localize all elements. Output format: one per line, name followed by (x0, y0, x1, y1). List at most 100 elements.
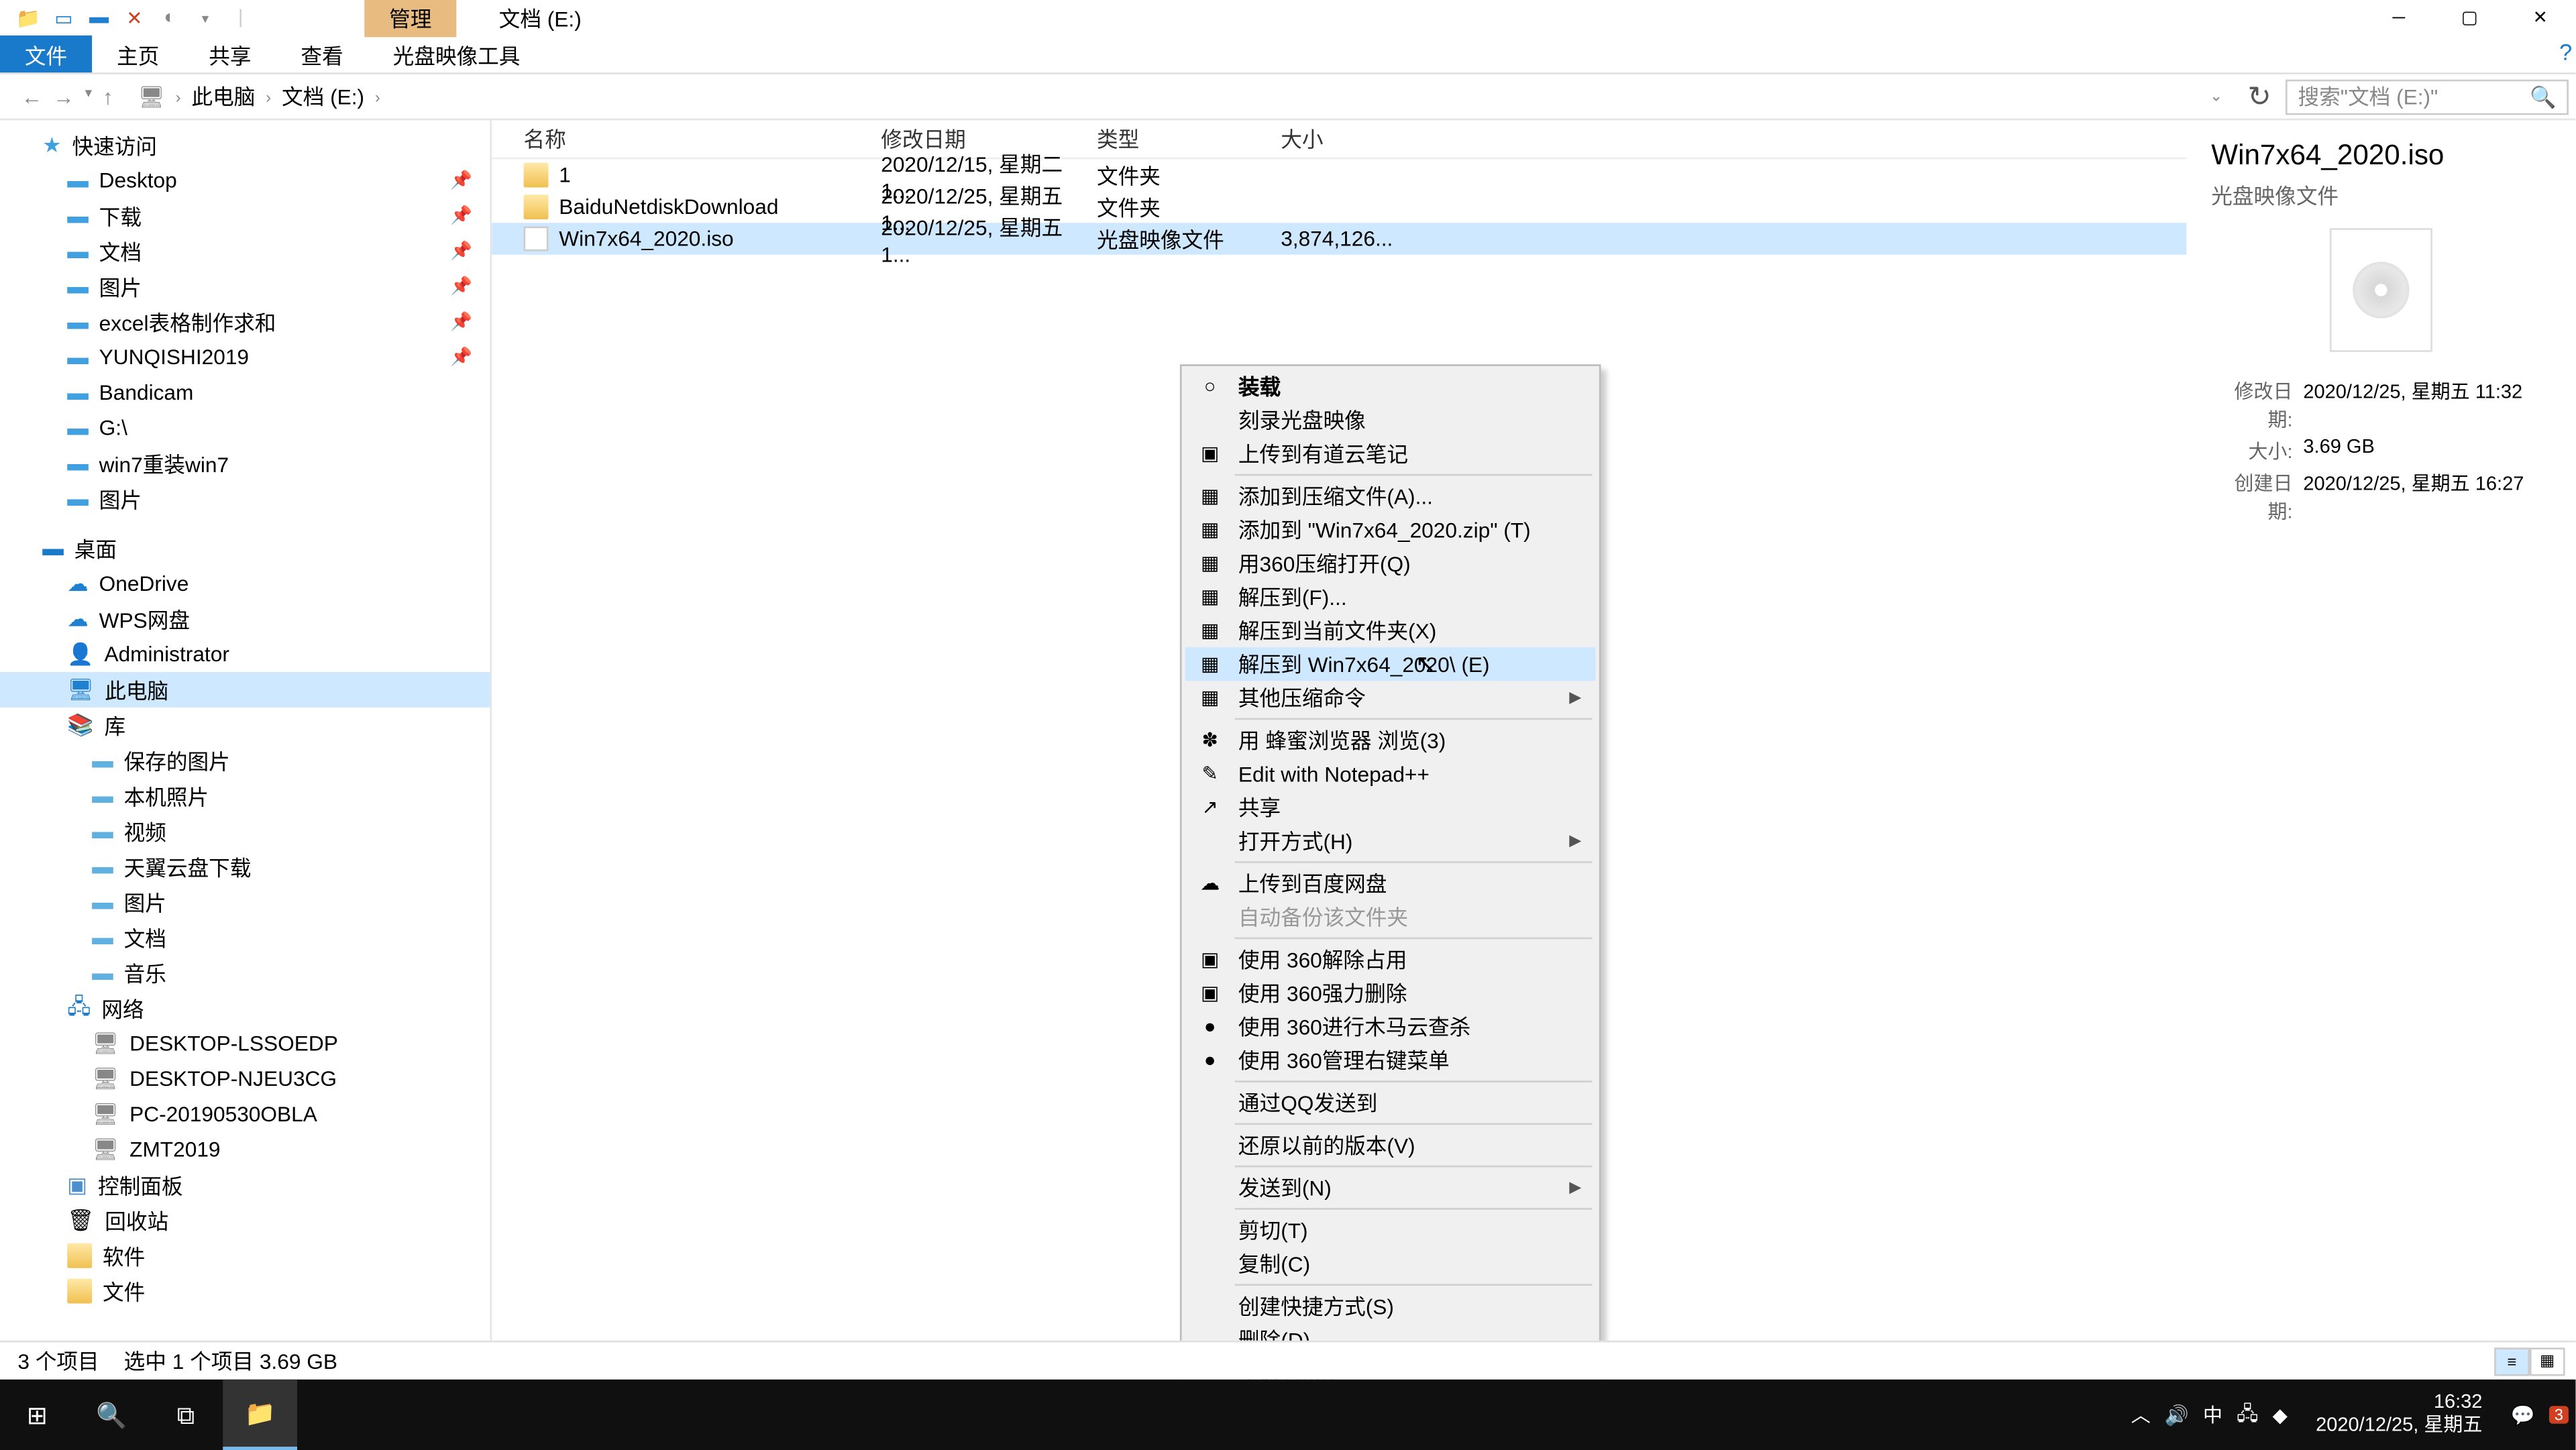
nav-item[interactable]: 📚库 (0, 708, 490, 743)
menu-item[interactable]: ✽用 蜂蜜浏览器 浏览(3) (1185, 724, 1596, 757)
search-input[interactable]: 搜索"文档 (E:)" 🔍 (2286, 78, 2569, 114)
nav-item[interactable]: 🖥此电脑 (0, 672, 490, 708)
taskbar[interactable]: ⊞ 🔍 ⧉ 📁 ︿ 🔊 中 🖧 ◆ 16:32 2020/12/25, 星期五 … (0, 1380, 2575, 1450)
close-button[interactable]: ✕ (2505, 0, 2575, 36)
nav-item[interactable]: ▬YUNQISHI2019📌 (0, 339, 490, 375)
nav-item[interactable]: ▬Desktop📌 (0, 163, 490, 199)
nav-item[interactable]: ▬文档📌 (0, 233, 490, 269)
search-button[interactable]: 🔍 (74, 1380, 149, 1450)
qat-btn[interactable]: ◐ (156, 3, 184, 32)
menu-item[interactable]: ▣使用 360解除占用 (1185, 943, 1596, 977)
recent-dropdown-icon[interactable]: ▾ (85, 84, 93, 109)
col-name[interactable]: 名称 (492, 124, 881, 154)
nav-item[interactable]: ▬天翼云盘下载 (0, 849, 490, 885)
nav-item[interactable]: ▬下载📌 (0, 198, 490, 233)
nav-item[interactable]: ▬Bandicam (0, 375, 490, 410)
nav-item[interactable]: ☁WPS网盘 (0, 602, 490, 637)
explorer-taskbar-icon[interactable]: 📁 (223, 1380, 297, 1450)
nav-desktop[interactable]: ▬桌面 (0, 531, 490, 566)
menu-item[interactable]: ●使用 360管理右键菜单 (1185, 1044, 1596, 1077)
menu-item[interactable]: ▣使用 360强力删除 (1185, 977, 1596, 1010)
nav-quick-access[interactable]: ★快速访问 (0, 127, 490, 163)
menu-item[interactable]: ☁上传到百度网盘 (1185, 867, 1596, 900)
tab-file[interactable]: 文件 (0, 36, 92, 72)
start-button[interactable]: ⊞ (0, 1380, 74, 1450)
nav-item[interactable]: 🖥DESKTOP-LSSOEDP (0, 1025, 490, 1061)
menu-item[interactable]: ▦添加到压缩文件(A)... (1185, 480, 1596, 513)
help-icon[interactable]: ? (2559, 39, 2572, 66)
forward-button[interactable]: → (53, 84, 74, 109)
menu-item[interactable]: ▦解压到 Win7x64_2020\ (E)↖ (1185, 647, 1596, 681)
qat-close-icon[interactable]: ✕ (120, 3, 148, 32)
nav-item[interactable]: ▬win7重装win7 (0, 446, 490, 482)
file-row[interactable]: BaiduNetdiskDownload 2020/12/25, 星期五 1..… (492, 191, 2186, 223)
nav-item[interactable]: ▬文档 (0, 919, 490, 955)
menu-item[interactable]: ●使用 360进行木马云查杀 (1185, 1010, 1596, 1044)
nav-item[interactable]: ☁OneDrive (0, 566, 490, 602)
menu-item[interactable]: 还原以前的版本(V) (1185, 1128, 1596, 1162)
nav-files[interactable]: 文件 (0, 1274, 490, 1309)
tab-view[interactable]: 查看 (276, 36, 368, 72)
menu-item[interactable]: 刻录光盘映像 (1185, 403, 1596, 437)
col-size[interactable]: 大小 (1281, 124, 1405, 154)
tab-share[interactable]: 共享 (184, 36, 276, 72)
nav-item[interactable]: 🖥PC-20190530OBLA (0, 1097, 490, 1132)
nav-item[interactable]: ▬图片📌 (0, 269, 490, 304)
nav-item[interactable]: ▬excel表格制作求和📌 (0, 304, 490, 340)
system-tray[interactable]: ︿ 🔊 中 🖧 ◆ 16:32 2020/12/25, 星期五 💬 3 (2131, 1392, 2576, 1439)
menu-item[interactable]: 通过QQ发送到 (1185, 1086, 1596, 1119)
nav-item[interactable]: ▬视频 (0, 814, 490, 849)
addr-dropdown-icon[interactable]: ⌄ (2199, 87, 2234, 106)
refresh-icon[interactable]: ↻ (2233, 78, 2286, 114)
task-view-button[interactable]: ⧉ (149, 1380, 223, 1450)
menu-item[interactable]: ▦添加到 "Win7x64_2020.zip" (T) (1185, 513, 1596, 547)
up-button[interactable]: ↑ (103, 84, 113, 109)
nav-item[interactable]: 🖥DESKTOP-NJEU3CG (0, 1061, 490, 1097)
menu-item[interactable]: 剪切(T) (1185, 1213, 1596, 1247)
file-row[interactable]: 1 2020/12/15, 星期二 1... 文件夹 (492, 159, 2186, 190)
menu-item[interactable]: 发送到(N)▶ (1185, 1171, 1596, 1205)
nav-item[interactable]: ▬图片 (0, 885, 490, 920)
action-center-icon[interactable]: 💬 (2511, 1403, 2535, 1426)
nav-item[interactable]: ▬保存的图片 (0, 743, 490, 779)
nav-network[interactable]: 🖧网络 (0, 991, 490, 1026)
nav-item[interactable]: ▬G:\ (0, 410, 490, 446)
menu-item[interactable]: ▦解压到当前文件夹(X) (1185, 614, 1596, 647)
network-icon[interactable]: 🖧 (2237, 1398, 2258, 1432)
qat-btn[interactable]: ▭ (50, 3, 78, 32)
nav-recycle[interactable]: 🗑回收站 (0, 1203, 490, 1238)
menu-item[interactable]: ✎Edit with Notepad++ (1185, 757, 1596, 791)
nav-software[interactable]: 软件 (0, 1238, 490, 1274)
menu-item[interactable]: ▦解压到(F)... (1185, 580, 1596, 614)
nav-item[interactable]: 👤Administrator (0, 636, 490, 672)
menu-item[interactable]: ○装载 (1185, 370, 1596, 403)
tray-badge[interactable]: 3 (2549, 1406, 2569, 1423)
nav-item[interactable]: 🖥ZMT2019 (0, 1132, 490, 1168)
nav-item[interactable]: ▬本机照片 (0, 778, 490, 814)
menu-item[interactable]: 自动备份该文件夹 (1185, 900, 1596, 934)
file-list[interactable]: 名称 修改日期 类型 大小 1 2020/12/15, 星期二 1... 文件夹… (492, 120, 2186, 1358)
column-headers[interactable]: 名称 修改日期 类型 大小 (492, 120, 2186, 159)
back-button[interactable]: ← (21, 84, 43, 109)
tab-home[interactable]: 主页 (92, 36, 184, 72)
crumb[interactable]: 此电脑 (191, 81, 255, 111)
ime-icon[interactable]: 中 (2203, 1401, 2222, 1429)
menu-item[interactable]: ▦用360压缩打开(Q) (1185, 547, 1596, 580)
view-details-button[interactable]: ≡ (2494, 1347, 2530, 1375)
breadcrumb[interactable]: 🖥 › 此电脑 › 文档 (E:) › (127, 81, 2199, 111)
col-type[interactable]: 类型 (1097, 124, 1281, 154)
nav-tree[interactable]: ★快速访问 ▬Desktop📌▬下载📌▬文档📌▬图片📌▬excel表格制作求和📌… (0, 120, 492, 1358)
nav-control-panel[interactable]: ▣控制面板 (0, 1167, 490, 1203)
qat-btn[interactable]: ▬ (85, 3, 113, 32)
nav-item[interactable]: ▬图片 (0, 481, 490, 516)
menu-item[interactable]: 复制(C) (1185, 1247, 1596, 1280)
view-icons-button[interactable]: ▦ (2530, 1347, 2565, 1375)
tray-app-icon[interactable]: ◆ (2273, 1403, 2288, 1426)
menu-item[interactable]: 打开方式(H)▶ (1185, 824, 1596, 858)
chevron-right-icon[interactable]: › (266, 88, 271, 105)
tab-iso-tools[interactable]: 光盘映像工具 (368, 36, 545, 72)
chevron-right-icon[interactable]: › (375, 88, 380, 105)
contextual-tab[interactable]: 管理 (364, 0, 456, 36)
tray-expand-icon[interactable]: ︿ (2131, 1401, 2151, 1429)
file-row[interactable]: Win7x64_2020.iso 2020/12/25, 星期五 1... 光盘… (492, 223, 2186, 254)
